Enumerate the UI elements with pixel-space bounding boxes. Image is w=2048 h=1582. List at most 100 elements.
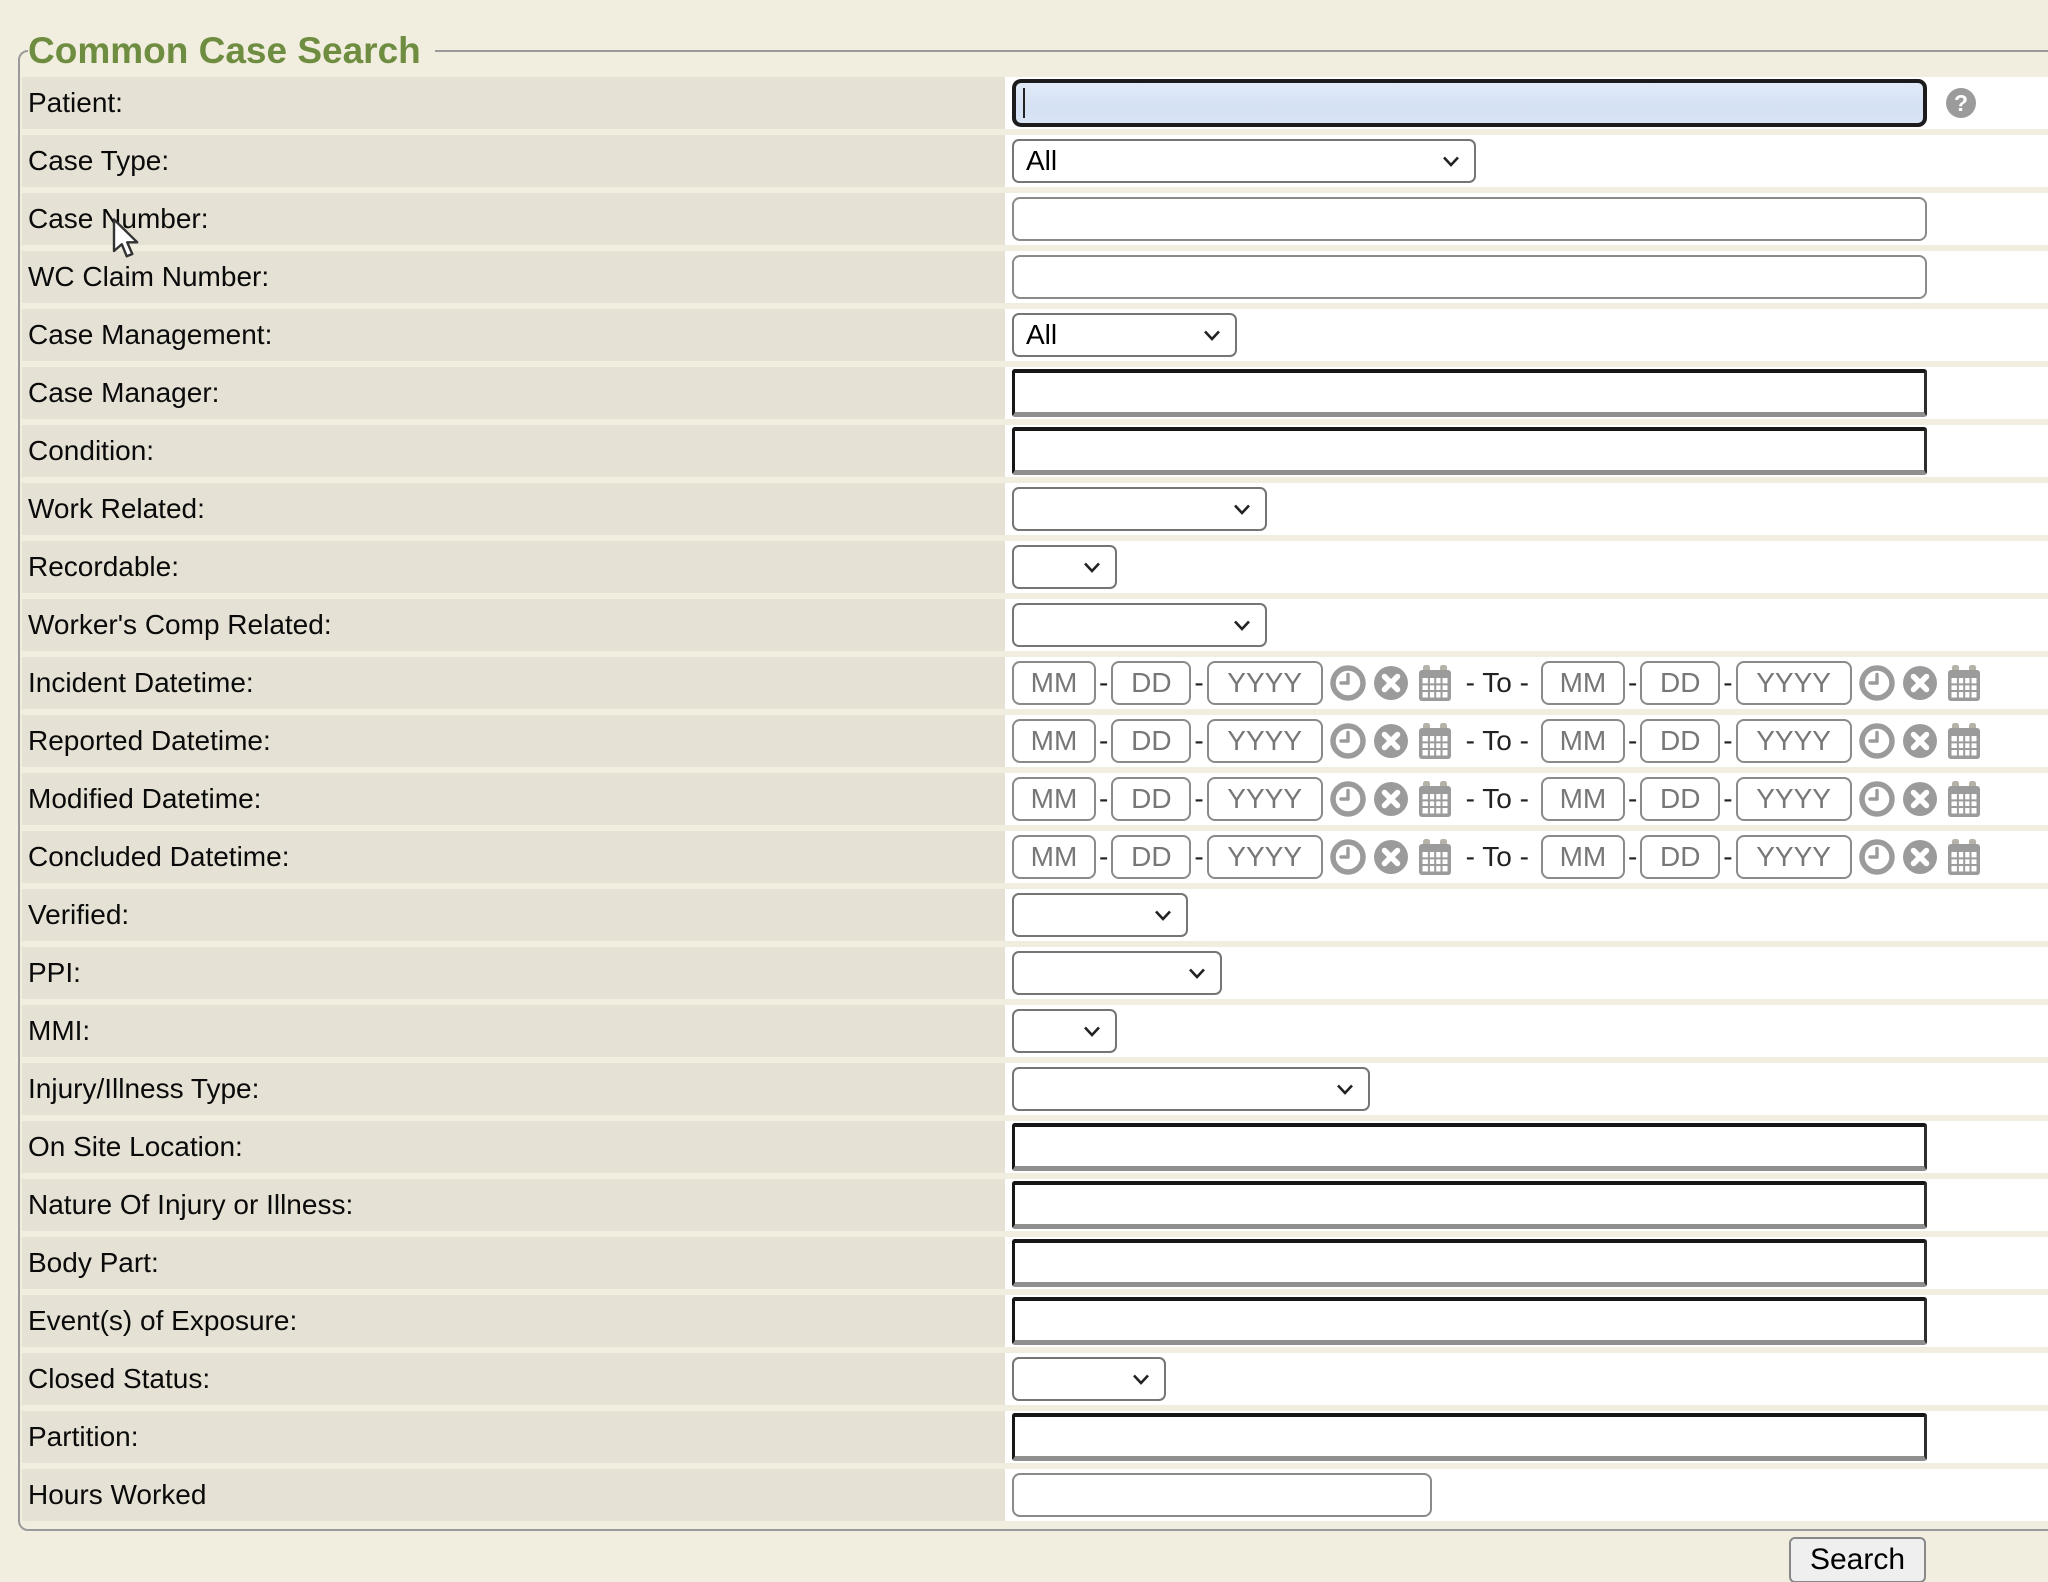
chevron-down-icon [1185, 961, 1209, 985]
clear-icon[interactable] [1373, 723, 1409, 759]
dash: - [1099, 783, 1108, 815]
chevron-down-icon [1080, 1019, 1104, 1043]
nature-of-injury-input[interactable] [1012, 1181, 1927, 1229]
ppi-select[interactable] [1012, 951, 1222, 995]
modified-from-date-group: - - [1012, 777, 1454, 821]
mmi-select[interactable] [1012, 1009, 1117, 1053]
time-icon[interactable] [1859, 781, 1895, 817]
day-input[interactable] [1111, 661, 1191, 705]
work-related-select[interactable] [1012, 487, 1267, 531]
row-case-management: Case Management: All [22, 309, 2048, 361]
calendar-icon[interactable] [1416, 780, 1454, 818]
row-case-type: Case Type: All [22, 135, 2048, 187]
case-type-select[interactable]: All [1012, 139, 1476, 183]
year-input[interactable] [1736, 719, 1852, 763]
closed-status-select[interactable] [1012, 1357, 1166, 1401]
chevron-down-icon [1200, 323, 1224, 347]
body-part-input[interactable] [1012, 1239, 1927, 1287]
month-input[interactable] [1012, 835, 1096, 879]
time-icon[interactable] [1859, 665, 1895, 701]
day-input[interactable] [1640, 835, 1720, 879]
day-input[interactable] [1640, 661, 1720, 705]
month-input[interactable] [1541, 661, 1625, 705]
dash: - [1723, 725, 1732, 757]
calendar-icon[interactable] [1945, 838, 1983, 876]
help-icon[interactable]: ? [1946, 88, 1976, 118]
month-input[interactable] [1541, 719, 1625, 763]
dash: - [1194, 725, 1203, 757]
year-input[interactable] [1207, 661, 1323, 705]
search-button[interactable]: Search [1789, 1537, 1926, 1582]
verified-select[interactable] [1012, 893, 1188, 937]
year-input[interactable] [1736, 661, 1852, 705]
events-of-exposure-input[interactable] [1012, 1297, 1927, 1345]
year-input[interactable] [1207, 719, 1323, 763]
selected-value: All [1026, 319, 1057, 351]
field-label: Nature Of Injury or Illness: [22, 1179, 1005, 1231]
injury-illness-type-select[interactable] [1012, 1067, 1370, 1111]
time-icon[interactable] [1859, 839, 1895, 875]
time-icon[interactable] [1859, 723, 1895, 759]
clear-icon[interactable] [1902, 723, 1938, 759]
time-icon[interactable] [1330, 839, 1366, 875]
year-input[interactable] [1736, 777, 1852, 821]
workers-comp-related-select[interactable] [1012, 603, 1267, 647]
case-manager-input[interactable] [1012, 369, 1927, 417]
day-input[interactable] [1111, 719, 1191, 763]
clear-icon[interactable] [1902, 665, 1938, 701]
month-input[interactable] [1012, 777, 1096, 821]
calendar-icon[interactable] [1416, 722, 1454, 760]
case-management-select[interactable]: All [1012, 313, 1237, 357]
month-input[interactable] [1012, 661, 1096, 705]
field-label: Patient: [22, 77, 1005, 129]
clear-icon[interactable] [1373, 665, 1409, 701]
day-input[interactable] [1640, 719, 1720, 763]
clear-icon[interactable] [1373, 781, 1409, 817]
common-case-search-panel: Common Case Search Patient: ? Case Type:… [18, 30, 2048, 1531]
case-number-input[interactable] [1012, 197, 1927, 241]
on-site-location-input[interactable] [1012, 1123, 1927, 1171]
day-input[interactable] [1111, 835, 1191, 879]
to-separator: - To - [1466, 725, 1529, 757]
calendar-icon[interactable] [1945, 664, 1983, 702]
field-label: PPI: [22, 947, 1005, 999]
field-label: Hours Worked [22, 1469, 1005, 1521]
time-icon[interactable] [1330, 665, 1366, 701]
partition-input[interactable] [1012, 1413, 1927, 1461]
row-incident-datetime: Incident Datetime: - - - To - - - [22, 657, 2048, 709]
time-icon[interactable] [1330, 723, 1366, 759]
month-input[interactable] [1541, 777, 1625, 821]
dash: - [1628, 667, 1637, 699]
dash: - [1723, 783, 1732, 815]
field-label: Reported Datetime: [22, 715, 1005, 767]
year-input[interactable] [1207, 777, 1323, 821]
row-nature-of-injury: Nature Of Injury or Illness: [22, 1179, 2048, 1231]
clear-icon[interactable] [1373, 839, 1409, 875]
recordable-select[interactable] [1012, 545, 1117, 589]
time-icon[interactable] [1330, 781, 1366, 817]
day-input[interactable] [1111, 777, 1191, 821]
clear-icon[interactable] [1902, 839, 1938, 875]
wc-claim-number-input[interactable] [1012, 255, 1927, 299]
month-input[interactable] [1012, 719, 1096, 763]
field-label: Verified: [22, 889, 1005, 941]
row-modified-datetime: Modified Datetime: - - - To - - - [22, 773, 2048, 825]
dash: - [1099, 841, 1108, 873]
to-separator: - To - [1466, 841, 1529, 873]
row-body-part: Body Part: [22, 1237, 2048, 1289]
year-input[interactable] [1207, 835, 1323, 879]
clear-icon[interactable] [1902, 781, 1938, 817]
calendar-icon[interactable] [1416, 664, 1454, 702]
calendar-icon[interactable] [1945, 780, 1983, 818]
month-input[interactable] [1541, 835, 1625, 879]
field-label: Injury/Illness Type: [22, 1063, 1005, 1115]
hours-worked-input[interactable] [1012, 1473, 1432, 1517]
patient-input[interactable] [1012, 79, 1927, 127]
calendar-icon[interactable] [1416, 838, 1454, 876]
calendar-icon[interactable] [1945, 722, 1983, 760]
condition-input[interactable] [1012, 427, 1927, 475]
year-input[interactable] [1736, 835, 1852, 879]
row-injury-illness-type: Injury/Illness Type: [22, 1063, 2048, 1115]
day-input[interactable] [1640, 777, 1720, 821]
reported-from-date-group: - - [1012, 719, 1454, 763]
